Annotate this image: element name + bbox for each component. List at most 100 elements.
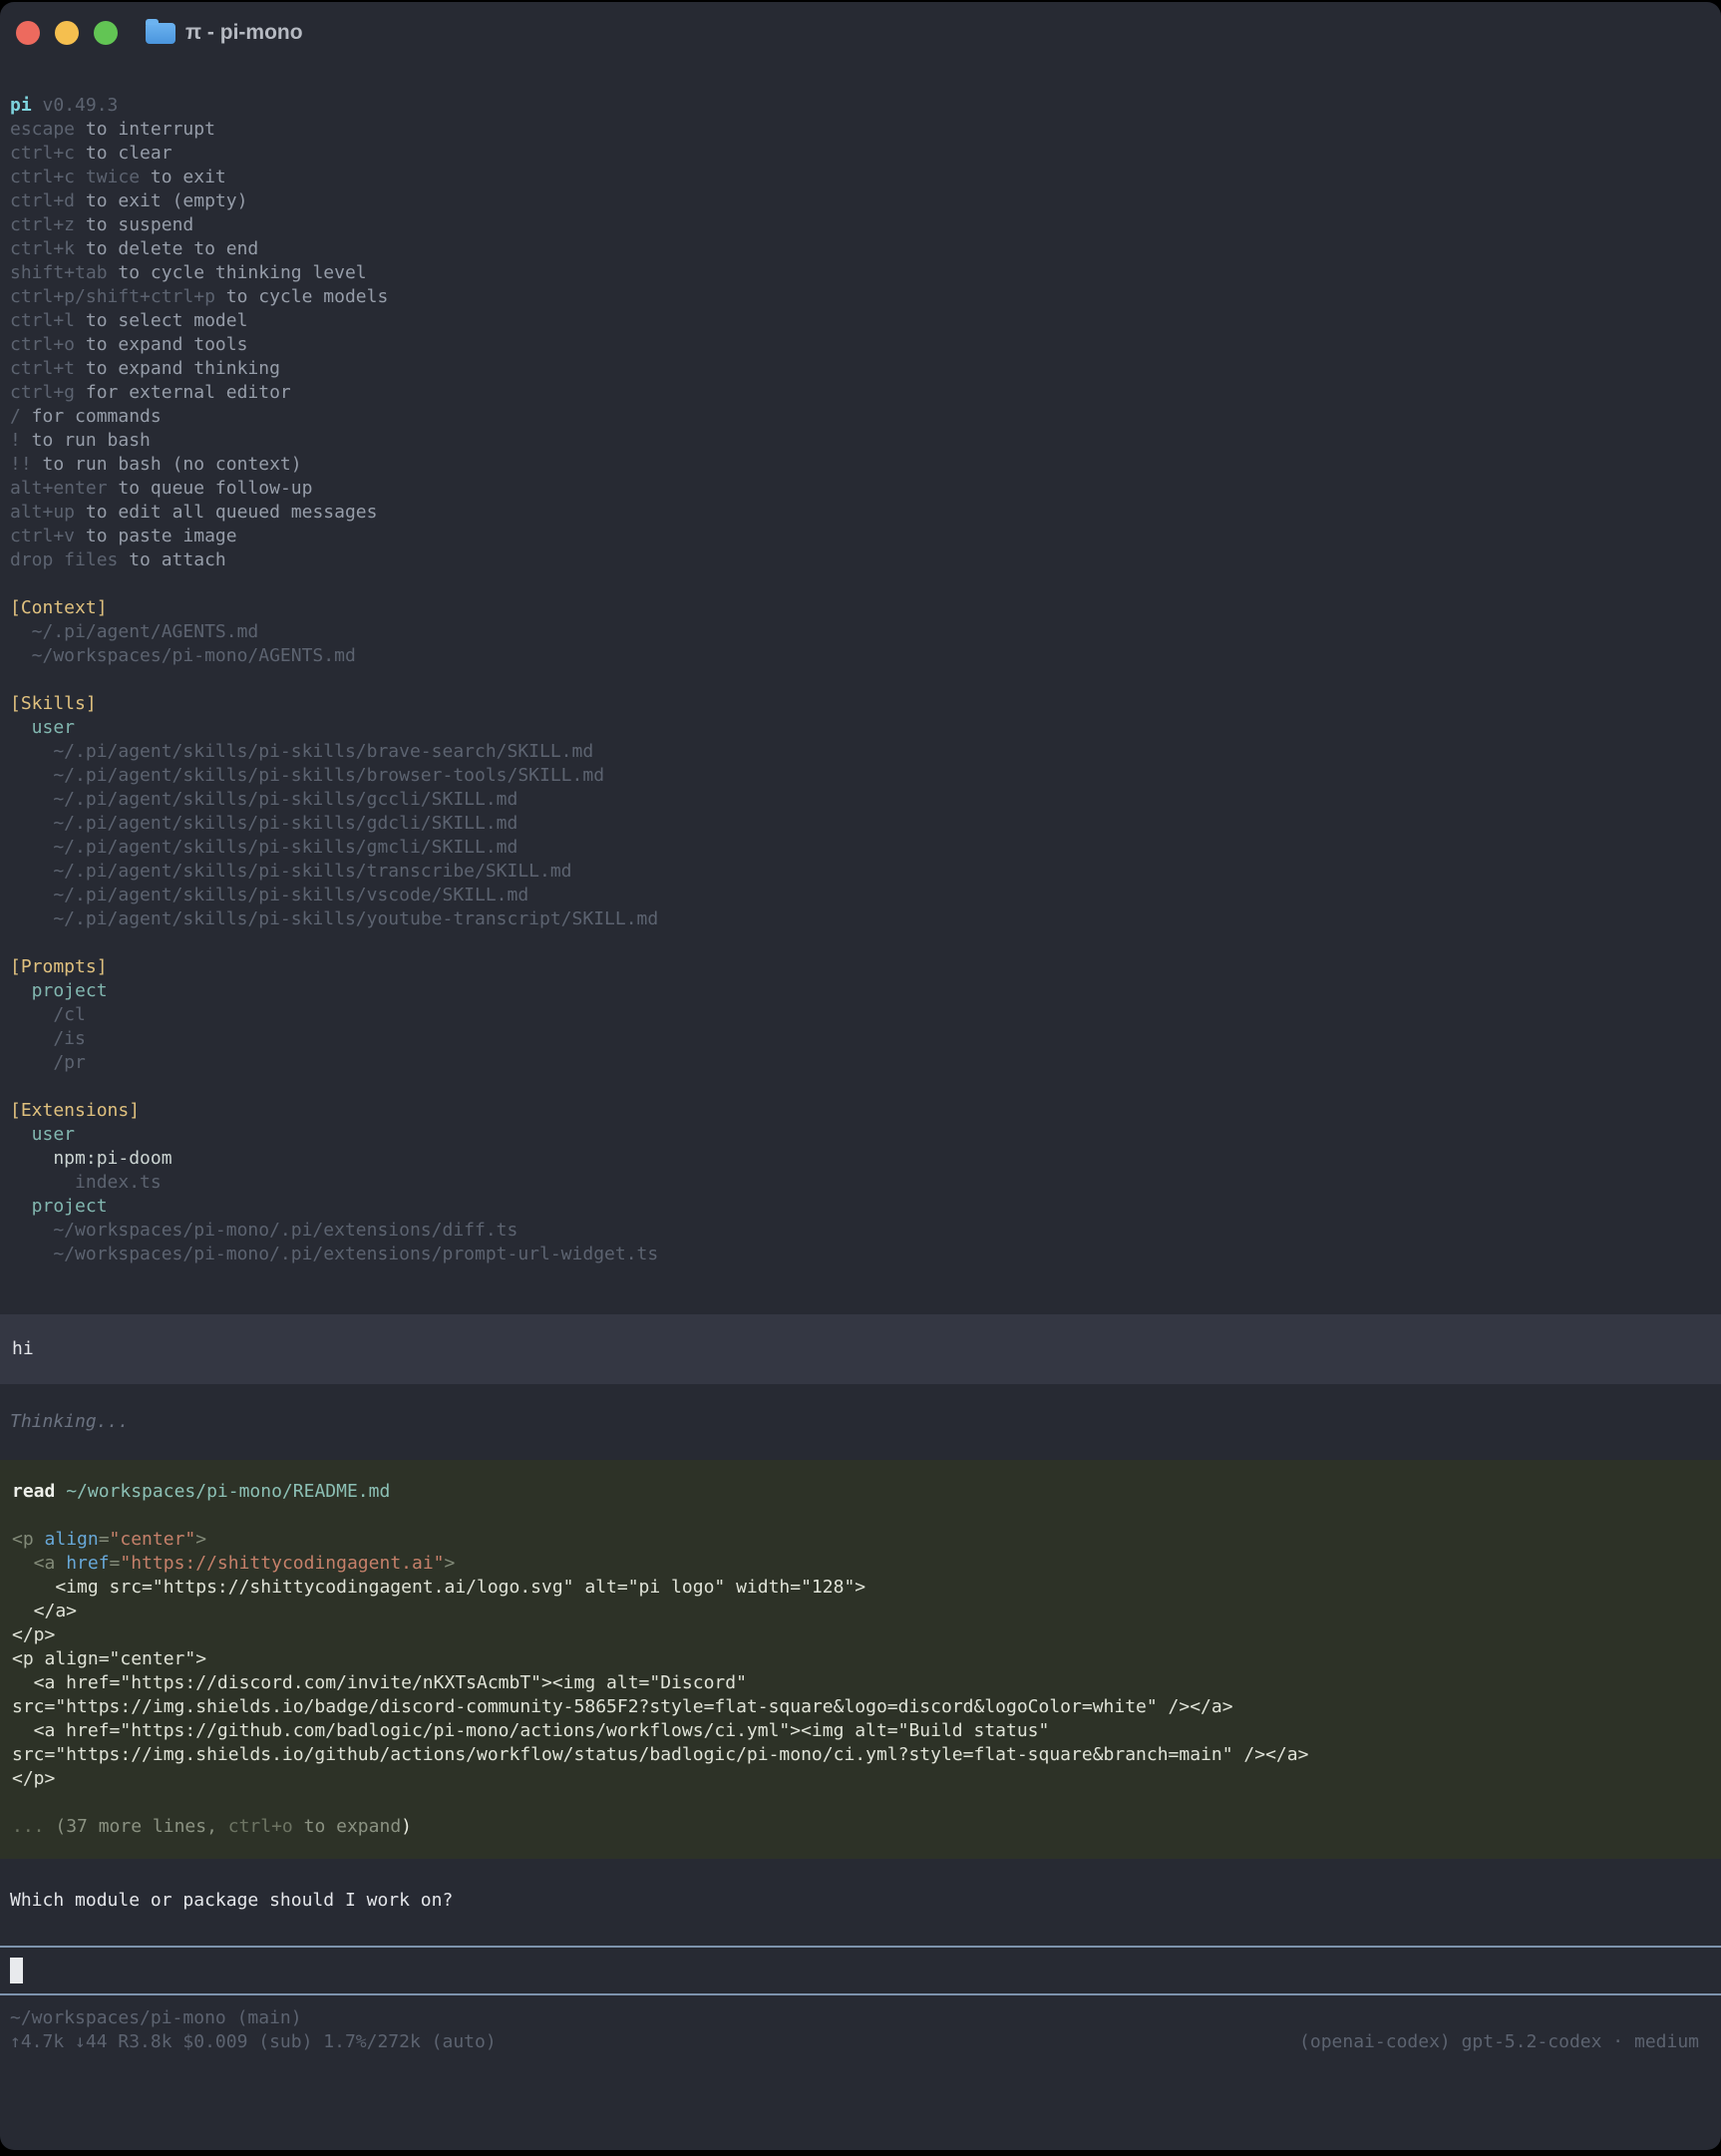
text-cursor	[10, 1958, 23, 1983]
text-run: pi	[10, 95, 32, 116]
shortcut-line: ctrl+g for external editor	[10, 381, 1711, 405]
text-run: ctrl+p/shift+ctrl+p	[10, 286, 215, 307]
section-entry: ~/.pi/agent/skills/pi-skills/gmcli/SKILL…	[10, 836, 1711, 860]
section-entry: index.ts	[10, 1171, 1711, 1195]
text-run: ctrl+o	[228, 1816, 293, 1837]
prompt-input[interactable]	[0, 1948, 1721, 1993]
terminal-line	[12, 1504, 1709, 1528]
section-entry: npm:pi-doom	[10, 1147, 1711, 1171]
user-message: hi	[0, 1314, 1721, 1384]
status-cwd: ~/workspaces/pi-mono (main)	[10, 2006, 1711, 2030]
code-line: src="https://img.shields.io/github/actio…	[12, 1743, 1709, 1767]
text-run: shift+tab	[10, 262, 108, 283]
text-run: /	[10, 406, 21, 427]
section-header: [Prompts]	[10, 955, 1711, 979]
shortcut-line: ctrl+c to clear	[10, 142, 1711, 166]
text-run: !!	[10, 454, 32, 475]
text-run: ~/workspaces/pi-mono/.pi/extensions/diff…	[10, 1220, 517, 1241]
text-run: for commands	[21, 406, 162, 427]
assistant-message: Which module or package should I work on…	[0, 1889, 1721, 1913]
code-line: </p>	[12, 1767, 1709, 1791]
app-version-line: pi v0.49.3	[10, 94, 1711, 118]
text-run: (37 more lines,	[55, 1816, 227, 1837]
code-line: <img src="https://shittycodingagent.ai/l…	[12, 1576, 1709, 1600]
titlebar: π - pi-mono	[0, 2, 1721, 64]
section-context: [Context] ~/.pi/agent/AGENTS.md ~/worksp…	[10, 596, 1711, 668]
text-run: to cycle models	[215, 286, 388, 307]
text-run: ~/workspaces/pi-mono/.pi/extensions/prom…	[10, 1244, 658, 1264]
section-entry: project	[10, 1195, 1711, 1219]
text-run: to exit (empty)	[75, 190, 247, 211]
terminal-line	[12, 1791, 1709, 1815]
text-run: to expand	[293, 1816, 401, 1837]
text-run: escape	[10, 119, 75, 140]
text-run: >	[445, 1553, 456, 1574]
traffic-lights	[16, 21, 118, 45]
text-run: [Extensions]	[10, 1100, 140, 1121]
text-run: "center"	[110, 1529, 196, 1550]
text-run: src="https://img.shields.io/badge/discor…	[12, 1696, 1233, 1717]
text-run: project	[10, 1196, 108, 1217]
text-run: user	[10, 717, 75, 738]
code-line: <p align="center">	[12, 1528, 1709, 1552]
text-run: ~/.pi/agent/skills/pi-skills/gdcli/SKILL…	[10, 813, 517, 834]
section-entry: ~/.pi/agent/skills/pi-skills/gccli/SKILL…	[10, 788, 1711, 812]
shortcut-line: ctrl+d to exit (empty)	[10, 189, 1711, 213]
code-line: src="https://img.shields.io/badge/discor…	[12, 1695, 1709, 1719]
shortcut-line: ctrl+v to paste image	[10, 525, 1711, 548]
shortcut-line: !! to run bash (no context)	[10, 453, 1711, 477]
section-entry: ~/.pi/agent/skills/pi-skills/transcribe/…	[10, 860, 1711, 884]
text-run: ctrl+t	[10, 358, 75, 379]
shortcut-line: ctrl+p/shift+ctrl+p to cycle models	[10, 285, 1711, 309]
text-run: to delete to end	[75, 238, 258, 259]
section-entry: ~/.pi/agent/skills/pi-skills/vscode/SKIL…	[10, 884, 1711, 907]
code-line: <a href="https://discord.com/invite/nKXT…	[12, 1671, 1709, 1695]
text-run: href	[66, 1553, 109, 1574]
section-entry: ~/workspaces/pi-mono/.pi/extensions/diff…	[10, 1219, 1711, 1243]
text-run: ~/.pi/agent/AGENTS.md	[10, 621, 258, 642]
text-run: [Skills]	[10, 693, 97, 714]
statusbar: ~/workspaces/pi-mono (main) ↑4.7k ↓44 R3…	[0, 2006, 1721, 2054]
section-entry: user	[10, 716, 1711, 740]
text-run: /pr	[10, 1052, 86, 1073]
section-entry: ~/workspaces/pi-mono/.pi/extensions/prom…	[10, 1243, 1711, 1266]
close-button[interactable]	[16, 21, 40, 45]
text-run: <img src="https://shittycodingagent.ai/l…	[12, 1577, 865, 1598]
section-entry: ~/.pi/agent/skills/pi-skills/youtube-tra…	[10, 907, 1711, 931]
text-run: v0.49.3	[32, 95, 119, 116]
shortcut-line: drop files to attach	[10, 548, 1711, 572]
text-run: read	[12, 1481, 55, 1502]
text-run: to expand thinking	[75, 358, 280, 379]
text-run: ctrl+o	[10, 334, 75, 355]
text-run: <p	[12, 1529, 45, 1550]
text-run: [Prompts]	[10, 956, 108, 977]
shortcut-line: / for commands	[10, 405, 1711, 429]
zoom-button[interactable]	[94, 21, 118, 45]
text-run: to queue follow-up	[108, 478, 313, 499]
section-header: [Context]	[10, 596, 1711, 620]
section-entry: ~/.pi/agent/skills/pi-skills/gdcli/SKILL…	[10, 812, 1711, 836]
text-run: ~/.pi/agent/skills/pi-skills/transcribe/…	[10, 861, 572, 882]
text-run: ~/.pi/agent/skills/pi-skills/gmcli/SKILL…	[10, 837, 517, 858]
text-run: to select model	[75, 310, 247, 331]
truncation-notice: ... (37 more lines, ctrl+o to expand)	[12, 1815, 1709, 1839]
text-run: <a href="https://github.com/badlogic/pi-…	[12, 1720, 1049, 1741]
text-run: )	[401, 1816, 412, 1837]
text-run: !	[10, 430, 21, 451]
text-run: project	[10, 980, 108, 1001]
text-run: ctrl+k	[10, 238, 75, 259]
text-run: </p>	[12, 1768, 55, 1789]
text-run: to edit all queued messages	[75, 502, 377, 523]
code-line: </a>	[12, 1600, 1709, 1623]
section-header: [Skills]	[10, 692, 1711, 716]
text-run: align	[45, 1529, 99, 1550]
status-model: (openai-codex) gpt-5.2-codex · medium	[1299, 2030, 1699, 2054]
text-run: to suspend	[75, 214, 193, 235]
text-run: ~/.pi/agent/skills/pi-skills/vscode/SKIL…	[10, 885, 528, 905]
shortcut-line: ctrl+c twice to exit	[10, 166, 1711, 189]
minimize-button[interactable]	[55, 21, 79, 45]
text-run: ~/workspaces/pi-mono/README.md	[55, 1481, 390, 1502]
shortcut-line: ctrl+z to suspend	[10, 213, 1711, 237]
text-run: to attach	[118, 549, 225, 570]
code-line: <a href="https://github.com/badlogic/pi-…	[12, 1719, 1709, 1743]
